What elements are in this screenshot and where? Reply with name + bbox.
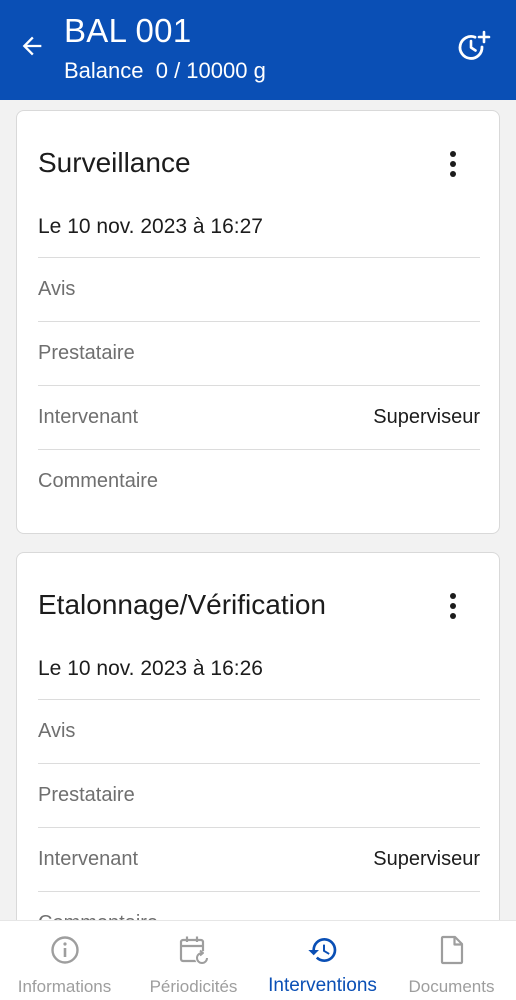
nav-label: Interventions — [268, 975, 377, 996]
history-add-icon — [458, 30, 491, 60]
field-label: Intervenant — [38, 406, 139, 428]
intervention-card[interactable]: Surveillance Le 10 nov. 2023 à 16:27 Avi… — [16, 110, 500, 534]
page-title: BAL 001 — [64, 12, 192, 49]
back-button[interactable] — [14, 28, 50, 64]
field-value: Superviseur — [373, 406, 480, 428]
card-title: Surveillance — [38, 147, 191, 178]
add-intervention-button[interactable] — [454, 28, 494, 68]
calendar-repeat-icon — [177, 933, 211, 967]
card-date: Le 10 nov. 2023 à 16:26 — [38, 657, 263, 680]
field-label: Prestataire — [38, 342, 135, 364]
field-label: Commentaire — [38, 912, 158, 920]
card-title: Etalonnage/Vérification — [38, 589, 326, 620]
field-row-avis: Avis — [38, 257, 480, 321]
nav-tab-periodicites[interactable]: Périodicités — [129, 921, 258, 1000]
card-date: Le 10 nov. 2023 à 16:27 — [38, 215, 263, 238]
nav-label: Informations — [17, 977, 112, 996]
interventions-list[interactable]: Surveillance Le 10 nov. 2023 à 16:27 Avi… — [0, 100, 516, 920]
bottom-navigation: Informations Périodicités Interventions … — [0, 920, 516, 1000]
app-screen: BAL 001 Balance 0 / 10000 g Surveillance… — [0, 0, 516, 1000]
field-label: Avis — [38, 720, 76, 742]
nav-tab-interventions[interactable]: Interventions — [258, 921, 387, 1000]
field-label: Intervenant — [38, 848, 139, 870]
top-app-bar: BAL 001 Balance 0 / 10000 g — [0, 0, 516, 100]
document-icon — [435, 933, 469, 967]
more-vert-icon[interactable] — [441, 589, 465, 623]
page-subtitle: Balance 0 / 10000 g — [64, 58, 266, 83]
field-row-avis: Avis — [38, 699, 480, 763]
field-row-intervenant: Intervenant Superviseur — [38, 827, 480, 891]
nav-tab-informations[interactable]: Informations — [0, 921, 129, 1000]
intervention-card[interactable]: Etalonnage/Vérification Le 10 nov. 2023 … — [16, 552, 500, 920]
more-vert-icon[interactable] — [441, 147, 465, 181]
field-label: Prestataire — [38, 784, 135, 806]
field-row-commentaire: Commentaire — [38, 891, 480, 920]
field-label: Avis — [38, 278, 76, 300]
field-row-prestataire: Prestataire — [38, 321, 480, 385]
field-value: Superviseur — [373, 848, 480, 870]
nav-label: Documents — [408, 977, 495, 996]
field-label: Commentaire — [38, 470, 159, 492]
field-row-commentaire: Commentaire — [38, 449, 480, 513]
arrow-left-icon — [22, 36, 42, 56]
nav-tab-documents[interactable]: Documents — [387, 921, 516, 1000]
nav-label: Périodicités — [149, 977, 238, 996]
field-row-prestataire: Prestataire — [38, 763, 480, 827]
field-row-intervenant: Intervenant Superviseur — [38, 385, 480, 449]
info-icon — [48, 933, 82, 967]
history-icon — [306, 933, 340, 967]
